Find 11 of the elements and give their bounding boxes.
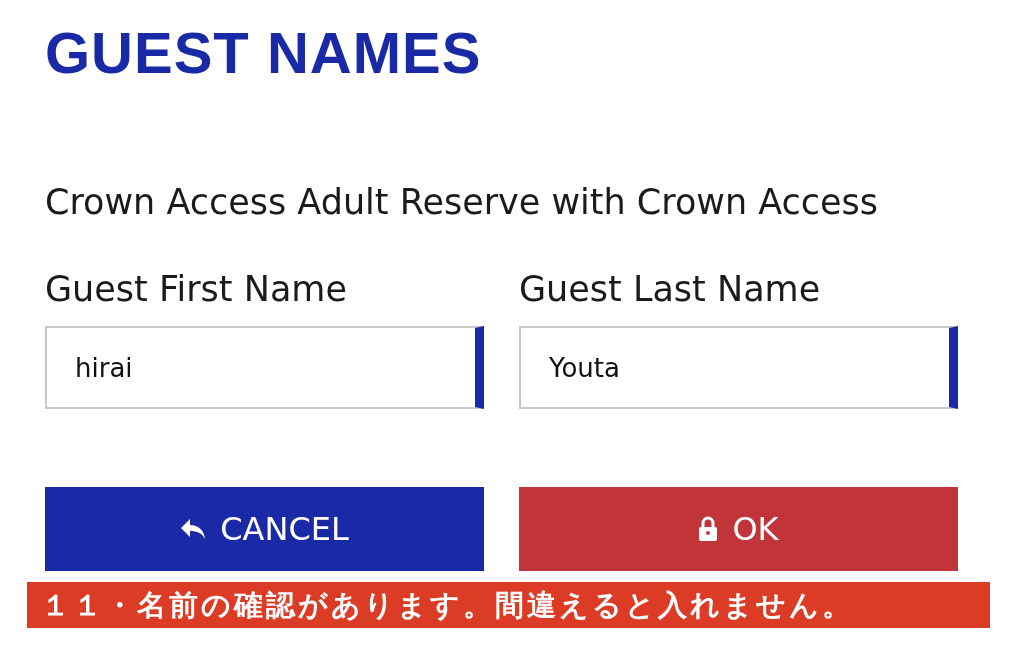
page-title: GUEST NAMES bbox=[45, 20, 483, 86]
lock-icon bbox=[698, 516, 719, 542]
cancel-button[interactable]: CANCEL bbox=[45, 487, 484, 571]
input-field[interactable]: Youta bbox=[519, 326, 958, 409]
ticket-type: Crown Access Adult Reserve with Crown Access bbox=[45, 181, 880, 224]
field-label: Guest Last Name bbox=[519, 268, 822, 311]
field-label: Guest First Name bbox=[45, 268, 348, 311]
caption-banner: １１・名前の確認があります。間違えると入れません。 bbox=[27, 582, 990, 628]
ok-button[interactable]: OK bbox=[519, 487, 958, 571]
reply-arrow-icon bbox=[180, 518, 207, 540]
input-field[interactable]: hirai bbox=[45, 326, 484, 409]
